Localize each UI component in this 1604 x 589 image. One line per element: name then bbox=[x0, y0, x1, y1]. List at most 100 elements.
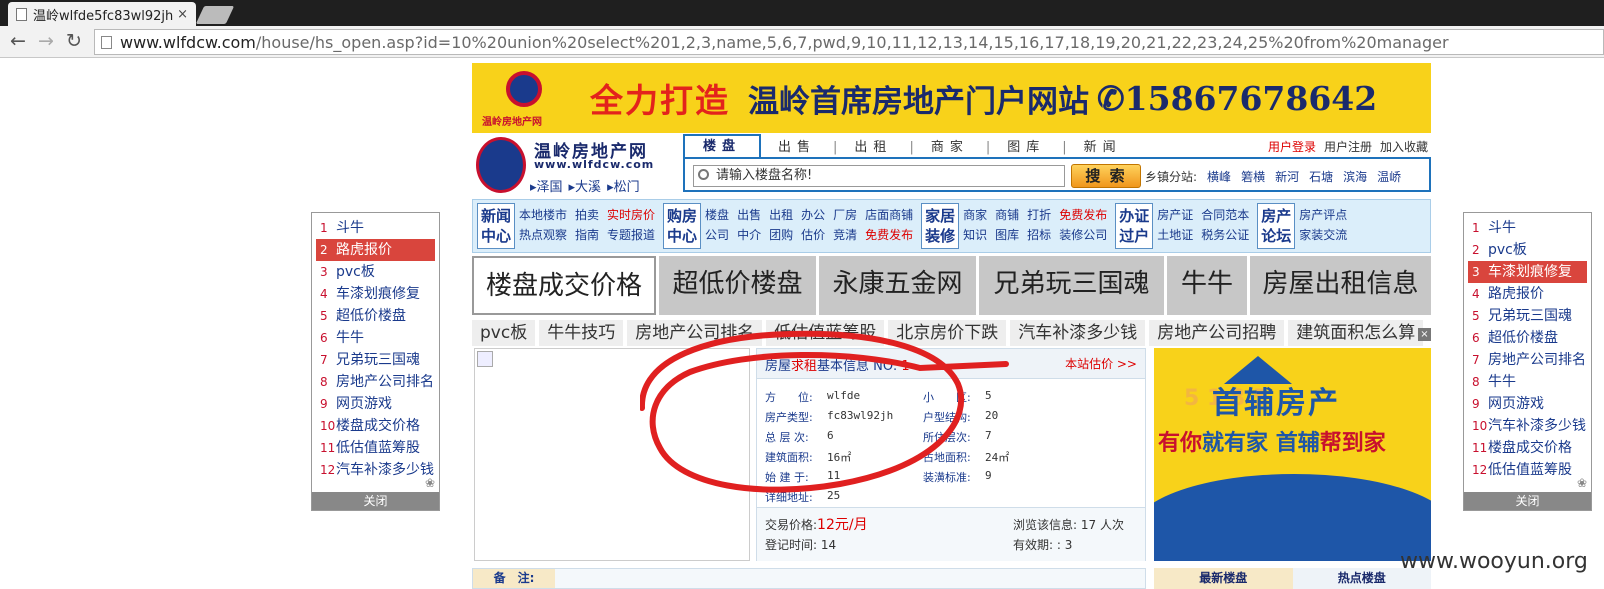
category-link[interactable]: 估价 bbox=[801, 226, 825, 246]
tab-sale[interactable]: 出售 bbox=[761, 138, 833, 158]
category-link[interactable]: 本地楼市 bbox=[519, 206, 567, 226]
category-link[interactable]: 竞清 bbox=[833, 226, 857, 246]
category-link[interactable]: 团购 bbox=[769, 226, 793, 246]
keyword-banner[interactable]: 兄弟玩三国魂 bbox=[979, 256, 1164, 315]
keyword-link[interactable]: 牛牛技巧 bbox=[539, 320, 624, 346]
keyword-link[interactable]: 汽车补漆多少钱 bbox=[1010, 320, 1146, 346]
hot-list-item[interactable]: 3 pvc板 bbox=[316, 261, 435, 283]
forward-arrow-icon[interactable]: → bbox=[34, 29, 58, 53]
keyword-banner[interactable]: 永康五金网 bbox=[819, 256, 976, 315]
hot-list-item[interactable]: 7 兄弟玩三国魂 bbox=[316, 349, 435, 371]
hot-list-item[interactable]: 6 牛牛 bbox=[316, 327, 435, 349]
new-tab-button[interactable] bbox=[195, 6, 235, 24]
branch-link[interactable]: 箬横 bbox=[1241, 168, 1265, 185]
keyword-banner[interactable]: 超低价楼盘 bbox=[659, 256, 816, 315]
category-link[interactable]: 招标 bbox=[1027, 226, 1051, 246]
branch-link[interactable]: 温峤 bbox=[1377, 168, 1401, 185]
category-link[interactable]: 专题报道 bbox=[607, 226, 655, 246]
category-link[interactable]: 商铺 bbox=[995, 206, 1019, 226]
hot-list-item[interactable]: 3 车漆划痕修复 bbox=[1468, 261, 1587, 283]
ad-banner[interactable]: 5 1 8 5 首辅房产 有你就有家 首辅帮到家 bbox=[1154, 348, 1431, 561]
category-link[interactable]: 税务公证 bbox=[1201, 226, 1249, 246]
login-link[interactable]: 用户登录 bbox=[1268, 138, 1316, 155]
keyword-banner[interactable]: 牛牛 bbox=[1167, 256, 1247, 315]
category-link[interactable]: 装修公司 bbox=[1059, 226, 1107, 246]
address-bar[interactable]: www.wlfdcw.com/house/hs_open.asp?id=10%2… bbox=[94, 29, 1604, 55]
back-arrow-icon[interactable]: ← bbox=[6, 29, 30, 53]
category-home-deco[interactable]: 家居装修 bbox=[921, 203, 960, 249]
category-link[interactable]: 商家 bbox=[963, 206, 987, 226]
category-link[interactable]: 家装交流 bbox=[1299, 226, 1347, 246]
hot-list-item[interactable]: 11楼盘成交价格 bbox=[1468, 437, 1587, 459]
category-link[interactable]: 土地证 bbox=[1157, 226, 1193, 246]
hot-list-item[interactable]: 12低估值蓝筹股 bbox=[1468, 459, 1587, 481]
sub-site-link[interactable]: ▸大溪 bbox=[569, 176, 602, 195]
hot-list-item[interactable]: 5 超低价楼盘 bbox=[316, 305, 435, 327]
keyword-link[interactable]: 房地产公司招聘 bbox=[1149, 320, 1285, 346]
tab-close-icon[interactable]: × bbox=[177, 7, 188, 22]
category-link[interactable]: 热点观察 bbox=[519, 226, 567, 246]
hot-list-item[interactable]: 9 网页游戏 bbox=[1468, 393, 1587, 415]
hot-list-item[interactable]: 11低估值蓝筹股 bbox=[316, 437, 435, 459]
branch-link[interactable]: 横峰 bbox=[1207, 168, 1231, 185]
category-link[interactable]: 合同范本 bbox=[1201, 206, 1249, 226]
favorite-link[interactable]: 加入收藏 bbox=[1380, 138, 1428, 155]
site-logo[interactable]: 温岭房地产网 www.wlfdcw.com ▸泽国 ▸大溪 ▸松门 bbox=[474, 135, 674, 197]
left-close-button[interactable]: 关闭 bbox=[312, 492, 439, 510]
right-close-button[interactable]: 关闭 bbox=[1464, 492, 1591, 510]
hot-list-item[interactable]: 7 房地产公司排名 bbox=[1468, 349, 1587, 371]
sub-site-link[interactable]: ▸松门 bbox=[607, 176, 640, 195]
category-link[interactable]: 中介 bbox=[737, 226, 761, 246]
tab-rent[interactable]: 出租 bbox=[837, 138, 909, 158]
branch-link[interactable]: 新河 bbox=[1275, 168, 1299, 185]
keyword-banner[interactable]: 楼盘成交价格 bbox=[472, 256, 656, 315]
category-forum[interactable]: 房产论坛 bbox=[1257, 203, 1296, 249]
hot-list-item[interactable]: 1 斗牛 bbox=[1468, 217, 1587, 239]
tab-news[interactable]: 新闻 bbox=[1067, 138, 1139, 158]
category-link[interactable]: 公司 bbox=[705, 226, 729, 246]
sub-site-link[interactable]: ▸泽国 bbox=[530, 176, 563, 195]
tab-latest-listings[interactable]: 最新楼盘 bbox=[1154, 568, 1293, 589]
browser-tab[interactable]: 温岭wlfde5fc83wl92jh房 × bbox=[8, 2, 196, 26]
category-link[interactable]: 免费发布 bbox=[1059, 206, 1107, 226]
category-link[interactable]: 厂房 bbox=[833, 206, 857, 226]
hot-list-item[interactable]: 10汽车补漆多少钱 bbox=[1468, 415, 1587, 437]
tab-gallery[interactable]: 图库 bbox=[990, 138, 1062, 158]
close-icon[interactable]: × bbox=[1418, 328, 1431, 341]
hot-list-item[interactable]: 2 路虎报价 bbox=[316, 239, 435, 261]
tab-loupan[interactable]: 楼盘 bbox=[683, 134, 762, 158]
site-banner[interactable]: 温岭房地产网 全力打造 温岭首席房地产门户网站 ✆15867678642 bbox=[472, 63, 1431, 133]
keyword-banner[interactable]: 房屋出租信息 bbox=[1250, 256, 1431, 315]
category-link[interactable]: 办公 bbox=[801, 206, 825, 226]
category-link[interactable]: 打折 bbox=[1027, 206, 1051, 226]
reload-icon[interactable]: ↻ bbox=[62, 29, 86, 53]
category-link[interactable]: 拍卖 bbox=[575, 206, 599, 226]
category-link[interactable]: 免费发布 bbox=[865, 226, 913, 246]
category-link[interactable]: 图库 bbox=[995, 226, 1019, 246]
estimate-link[interactable]: 本站估价 >> bbox=[1065, 355, 1137, 372]
hot-list-item[interactable]: 12汽车补漆多少钱 bbox=[316, 459, 435, 481]
hot-list-item[interactable]: 6 超低价楼盘 bbox=[1468, 327, 1587, 349]
hot-list-item[interactable]: 10楼盘成交价格 bbox=[316, 415, 435, 437]
branch-link[interactable]: 滨海 bbox=[1343, 168, 1367, 185]
search-input[interactable]: 请输入楼盘名称! bbox=[693, 165, 1065, 187]
search-button[interactable]: 搜 索 bbox=[1071, 164, 1141, 188]
category-link[interactable]: 实时房价 bbox=[607, 206, 655, 226]
category-certificates[interactable]: 办证过户 bbox=[1115, 203, 1154, 249]
hot-list-item[interactable]: 5 兄弟玩三国魂 bbox=[1468, 305, 1587, 327]
category-link[interactable]: 房产证 bbox=[1157, 206, 1193, 226]
category-link[interactable]: 知识 bbox=[963, 226, 987, 246]
hot-list-item[interactable]: 4 车漆划痕修复 bbox=[316, 283, 435, 305]
hot-list-item[interactable]: 2 pvc板 bbox=[1468, 239, 1587, 261]
hot-list-item[interactable]: 9 网页游戏 bbox=[316, 393, 435, 415]
tab-merchant[interactable]: 商家 bbox=[914, 138, 986, 158]
category-link[interactable]: 指南 bbox=[575, 226, 599, 246]
category-link[interactable]: 店面商铺 bbox=[865, 206, 913, 226]
keyword-link[interactable]: 建筑面积怎么算 bbox=[1288, 320, 1424, 346]
category-link[interactable]: 出售 bbox=[737, 206, 761, 226]
category-news-center[interactable]: 新闻中心 bbox=[477, 203, 515, 249]
branch-link[interactable]: 石塘 bbox=[1309, 168, 1333, 185]
hot-list-item[interactable]: 1 斗牛 bbox=[316, 217, 435, 239]
hot-list-item[interactable]: 4 路虎报价 bbox=[1468, 283, 1587, 305]
category-link[interactable]: 房产评点 bbox=[1299, 206, 1347, 226]
